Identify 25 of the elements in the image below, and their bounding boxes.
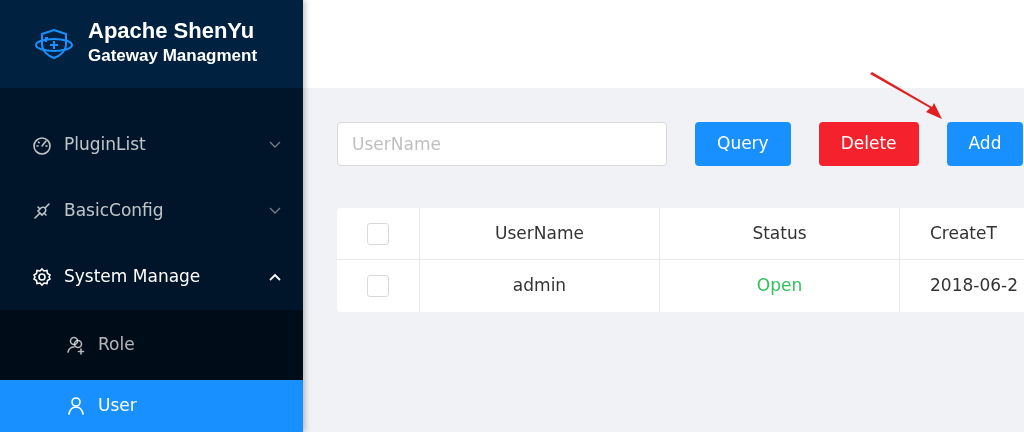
gear-icon xyxy=(32,267,52,287)
brand-title: Apache ShenYu xyxy=(88,19,256,44)
shield-logo-icon xyxy=(34,27,74,61)
submenu-item[interactable]: Role xyxy=(0,310,303,380)
chevron-down-icon xyxy=(269,207,281,215)
column-header: CreateT xyxy=(929,221,998,245)
users-icon xyxy=(66,335,86,355)
delete-button[interactable]: Delete xyxy=(818,122,919,166)
column-header: UserName xyxy=(420,208,660,259)
status-cell: Open xyxy=(660,260,900,312)
chevron-up-icon xyxy=(269,273,281,281)
user-icon xyxy=(66,396,86,416)
checkbox[interactable] xyxy=(367,275,389,297)
table-cell-text: 2018-06-2 xyxy=(929,274,1019,298)
gauge-icon xyxy=(32,135,52,155)
table-cell: admin xyxy=(420,260,660,312)
column-header: Status xyxy=(660,208,900,259)
menu-item[interactable]: System Manage xyxy=(0,244,303,310)
search-field[interactable]: UserName xyxy=(337,122,667,166)
chevron-down-icon xyxy=(269,141,281,149)
checkbox[interactable] xyxy=(367,222,389,245)
menu-item[interactable]: PluginList xyxy=(0,112,303,178)
plug-icon xyxy=(32,201,52,221)
brand-subtitle: Gateway Managment xyxy=(88,45,258,68)
menu-item[interactable]: BasicConfig xyxy=(0,178,303,244)
